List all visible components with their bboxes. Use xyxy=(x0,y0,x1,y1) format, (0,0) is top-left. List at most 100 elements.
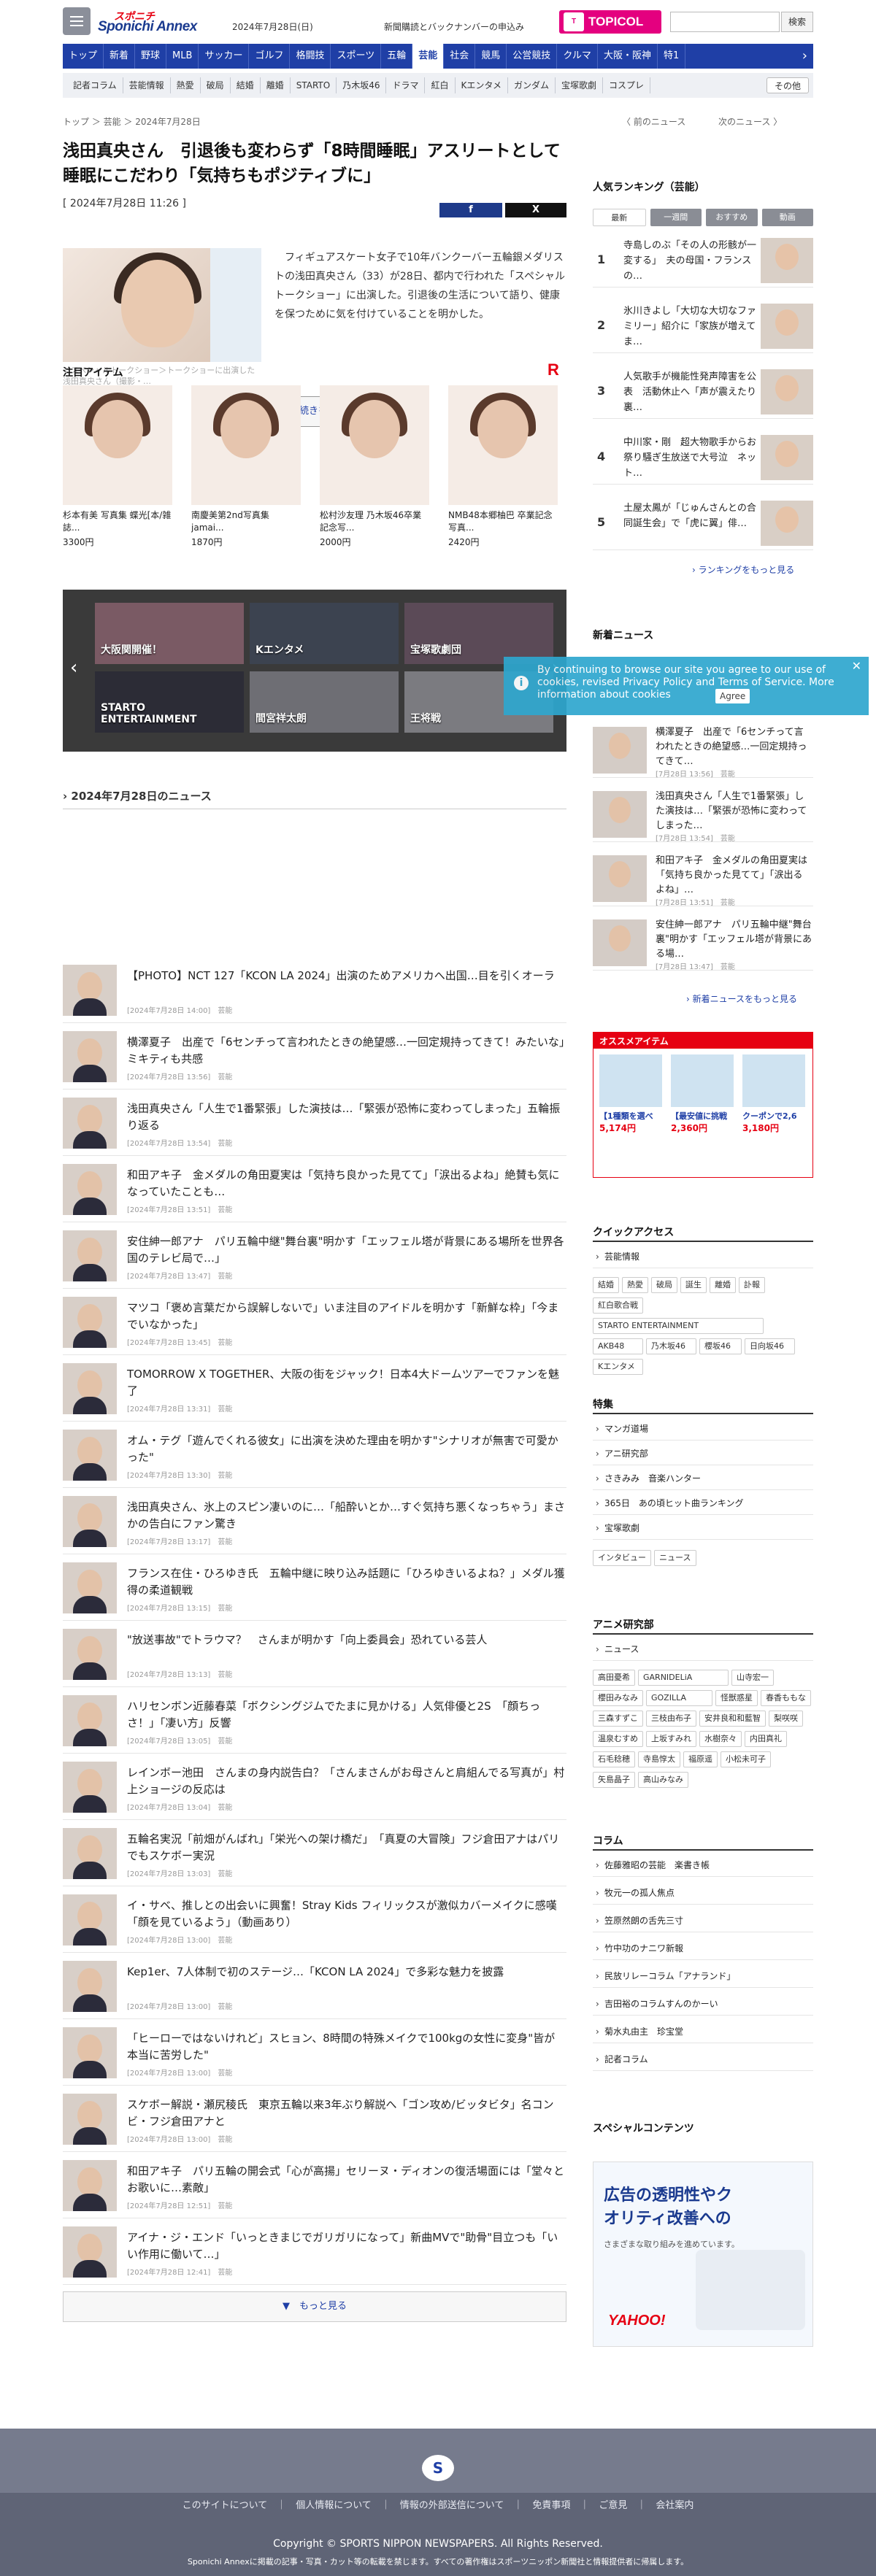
news-row[interactable]: ハリセンボン近藤春菜「ボクシングジムでたまに見かける」人気俳優と2S 「顔ちっさ… xyxy=(63,1688,566,1754)
news-row[interactable]: フランス在住・ひろゆき氏 五輪中継に映り込み話題に「ひろゆきいるよね？」メダル獲… xyxy=(63,1555,566,1621)
column-link[interactable]: 菊水丸由主 珍宝堂 xyxy=(593,2020,813,2043)
anime-tag[interactable]: 三枝由布子 xyxy=(646,1711,696,1727)
anime-tag[interactable]: 櫻田みなみ xyxy=(593,1690,643,1706)
osusume-label[interactable]: 【1種類を選べ xyxy=(599,1110,653,1122)
nav-item[interactable]: 大阪・阪神 xyxy=(598,44,658,69)
nav-item[interactable]: スポーツ xyxy=(331,44,382,69)
carousel-tile[interactable]: 間宮祥太朗 xyxy=(250,671,399,733)
news-title[interactable]: 安住紳一郎アナ パリ五輪中継"舞台裏"明かす「エッフェル塔が背景にある場所を世界… xyxy=(127,1233,565,1267)
nav-item[interactable]: サッカー xyxy=(199,44,250,69)
news-row[interactable]: 五輪名実況「前畑がんばれ」「栄光への架け橋だ」 「真夏の大冒険」フジ倉田アナはパ… xyxy=(63,1821,566,1886)
news-row[interactable]: 和田アキ子 パリ五輪の開会式「心が高揚」セリーヌ・ディオンの復活場面には「堂々と… xyxy=(63,2153,566,2218)
subnav-item[interactable]: 乃木坂46 xyxy=(337,77,387,93)
quick-tag[interactable]: 乃木坂46 xyxy=(646,1338,696,1354)
news-title[interactable]: イ・サベ、推しとの出会いに興奮！Stray Kids フィリックスが激似カバーメ… xyxy=(127,1897,565,1931)
subnav-item[interactable]: 宝塚歌劇 xyxy=(556,77,604,93)
news-row[interactable]: マツコ「褒め言葉だから誤解しないで」いま注目のアイドルを明かす「新鮮な枠」「今ま… xyxy=(63,1289,566,1355)
column-link[interactable]: 笠原然朗の舌先三寸 xyxy=(593,1909,813,1932)
news-title[interactable]: フランス在住・ひろゆき氏 五輪中継に映り込み話題に「ひろゆきいるよね？」メダル獲… xyxy=(127,1565,565,1599)
nav-item[interactable]: 新着 xyxy=(104,44,136,69)
subnav-item[interactable]: ガンダム xyxy=(508,77,556,93)
latest-title[interactable]: 横澤夏子 出産で「6センチって言われたときの絶望感…一回定規持ってきて… xyxy=(656,725,812,769)
special-link[interactable]: マンガ道場 xyxy=(593,1417,813,1441)
nav-item[interactable]: 格闘技 xyxy=(290,44,331,69)
carousel-tile[interactable]: STARTO ENTERTAINMENT xyxy=(95,671,244,733)
anime-tag[interactable]: 梨咲咲 xyxy=(769,1711,803,1727)
news-row[interactable]: 【PHOTO】NCT 127「KCON LA 2024」出演のためアメリカへ出国… xyxy=(63,957,566,1023)
anime-tag[interactable]: 怪獣惑星 xyxy=(715,1690,758,1706)
news-title[interactable]: "放送事故"でトラウマ？ さんまが明かす「向上委員会」恐れている芸人 xyxy=(127,1632,565,1648)
nav-item[interactable]: 公営競技 xyxy=(507,44,558,69)
featured-item[interactable]: 杉本有美 写真集 蝶光[本/雑誌... 3300円 xyxy=(63,385,172,548)
news-title[interactable]: 「ヒーローではないけれど」スヒョン、8時間の特殊メイクで100kgの女性に変身"… xyxy=(127,2030,565,2064)
osusume-label[interactable]: クーポンで2,6 xyxy=(742,1110,797,1122)
latest-title[interactable]: 浅田真央さん「人生で1番緊張」した演技は…「緊張が恐怖に変わってしまった… xyxy=(656,790,812,833)
anime-tag[interactable]: 水樹奈々 xyxy=(699,1731,742,1747)
anime-tag[interactable]: 高田憂希 xyxy=(593,1670,635,1686)
anime-tag[interactable]: 上坂すみれ xyxy=(646,1731,696,1747)
breadcrumb[interactable]: トップ ＞ 芸能 ＞ 2024年7月28日 xyxy=(63,115,201,128)
news-title[interactable]: 五輪名実況「前畑がんばれ」「栄光への架け橋だ」 「真夏の大冒険」フジ倉田アナはパ… xyxy=(127,1831,565,1864)
anime-tag[interactable]: 矢島晶子 xyxy=(593,1772,635,1788)
ranking-item[interactable]: 1 寺島しのぶ「その人の形骸が一変する」 夫の母国・フランスの… xyxy=(593,232,813,288)
osusume-image[interactable] xyxy=(599,1054,662,1107)
quick-tag[interactable]: 破局 xyxy=(651,1277,677,1293)
quick-tag[interactable]: 誕生 xyxy=(680,1277,707,1293)
subnav-item[interactable]: ドラマ xyxy=(386,77,426,93)
article-photo[interactable] xyxy=(63,248,261,362)
more-news-button[interactable]: ▼ もっと見る xyxy=(63,2291,566,2322)
anime-tag[interactable]: 内田真礼 xyxy=(745,1731,787,1747)
featured-item[interactable]: 松村沙友理 乃木坂46卒業記念写... 2000円 xyxy=(320,385,429,548)
nav-item[interactable]: 特1 xyxy=(658,44,686,69)
quick-tag[interactable]: 日向坂46 xyxy=(745,1338,795,1354)
news-row[interactable]: アイナ・ジ・エンド「いっときまじでガリガリになって」新曲MVで"助骨"目立つも「… xyxy=(63,2219,566,2285)
nav-item[interactable]: トップ xyxy=(63,44,104,69)
news-row[interactable]: "放送事故"でトラウマ？ さんまが明かす「向上委員会」恐れている芸人 [2024年… xyxy=(63,1621,566,1687)
news-title[interactable]: 和田アキ子 パリ五輪の開会式「心が高揚」セリーヌ・ディオンの復活場面には「堂々と… xyxy=(127,2163,565,2197)
nav-item[interactable]: 五輪 xyxy=(381,44,413,69)
news-row[interactable]: 横澤夏子 出産で「6センチって言われたときの絶望感…一回定規持ってきて！みたいな… xyxy=(63,1024,566,1090)
special-link[interactable]: さきみみ 音楽ハンター xyxy=(593,1467,813,1490)
subnav-item[interactable]: Kエンタメ xyxy=(456,77,509,93)
news-row[interactable]: 浅田真央さん「人生で1番緊張」した演技は…「緊張が恐怖に変わってしまった」五輪振… xyxy=(63,1090,566,1156)
search-input[interactable] xyxy=(670,12,780,32)
anime-tag[interactable]: 安井良和和藍智 xyxy=(699,1711,766,1727)
news-row[interactable]: レインボー池田 さんまの身内説告白？「さんまさんがお母さんと肩組んでる写真が」村… xyxy=(63,1754,566,1820)
nav-item[interactable]: MLB xyxy=(166,44,199,69)
quick-tag[interactable]: 結婚 xyxy=(593,1277,619,1293)
news-title[interactable]: 和田アキ子 金メダルの角田夏実は「気持ち良かった見てて」「涙出るよね」絶賛も気に… xyxy=(127,1167,565,1200)
special-link[interactable]: 宝塚歌劇 xyxy=(593,1516,813,1540)
carousel-prev-icon[interactable]: ‹ xyxy=(70,657,77,679)
subnav-more-button[interactable]: その他 xyxy=(766,77,809,93)
subnav-item[interactable]: コスプレ xyxy=(603,77,651,93)
ranking-tab[interactable]: 一週間 xyxy=(650,209,702,226)
quick-tag[interactable]: 櫻坂46 xyxy=(699,1338,742,1354)
news-title[interactable]: 横澤夏子 出産で「6センチって言われたときの絶望感…一回定規持ってきて！みたいな… xyxy=(127,1034,565,1068)
subnav-item[interactable]: 芸能情報 xyxy=(123,77,171,93)
anime-tag[interactable]: 三森すずこ xyxy=(593,1711,643,1727)
osusume-image[interactable] xyxy=(742,1054,805,1107)
footer-links[interactable]: このサイトについて ｜ 個人情報について ｜ 情報の外部送信について ｜ 免責事… xyxy=(0,2497,876,2511)
latest-title[interactable]: 安住紳一郎アナ パリ五輪中継"舞台裏"明かす「エッフェル塔が背景にある場… xyxy=(656,918,812,962)
latest-more-link[interactable]: › 新着ニュースをもっと見る xyxy=(686,992,797,1005)
ranking-item[interactable]: 2 氷川きよし「大切な大切なファミリー」紹介に「家族が増えてま… xyxy=(593,298,813,353)
entertainment-info-link[interactable]: 芸能情報 xyxy=(593,1245,813,1268)
anime-tag[interactable]: GOZILLA xyxy=(646,1690,712,1706)
news-row[interactable]: オム・テグ「遊んでくれる彼女」に出演を決めた理由を明かす"シナリオが無害で可愛か… xyxy=(63,1422,566,1488)
news-title[interactable]: Kep1er、7人体制で初のステージ…「KCON LA 2024」で多彩な魅力を… xyxy=(127,1964,565,1981)
news-title[interactable]: レインボー池田 さんまの身内説告白？「さんまさんがお母さんと肩組んでる写真が」村… xyxy=(127,1765,565,1798)
featured-item[interactable]: 南慶美第2nd写真集 jamai... 1870円 xyxy=(191,385,301,548)
subnav-item[interactable]: STARTO xyxy=(291,77,337,93)
column-link[interactable]: 吉田裕のコラムすんのかーい xyxy=(593,1992,813,2016)
special-tag[interactable]: ニュース xyxy=(654,1550,696,1566)
nav-item[interactable]: 社会 xyxy=(444,44,476,69)
ranking-more-link[interactable]: › ランキングをもっと見る xyxy=(692,563,794,576)
special-link[interactable]: アニ研究部 xyxy=(593,1442,813,1465)
column-link[interactable]: 佐藤雅昭の芸能 楽書き帳 xyxy=(593,1854,813,1877)
anime-tag[interactable]: 石毛稔穂 xyxy=(593,1751,635,1767)
anime-tag[interactable]: 高山みなみ xyxy=(638,1772,688,1788)
news-title[interactable]: スケボー解説・瀬尻稜氏 東京五輪以来3年ぶり解説へ「ゴン攻め/ビッタビタ」名コン… xyxy=(127,2097,565,2130)
news-title[interactable]: マツコ「褒め言葉だから誤解しないで」いま注目のアイドルを明かす「新鮮な枠」「今ま… xyxy=(127,1300,565,1333)
news-title[interactable]: 【PHOTO】NCT 127「KCON LA 2024」出演のためアメリカへ出国… xyxy=(127,968,565,984)
special-tag[interactable]: インタビュー xyxy=(593,1550,651,1566)
